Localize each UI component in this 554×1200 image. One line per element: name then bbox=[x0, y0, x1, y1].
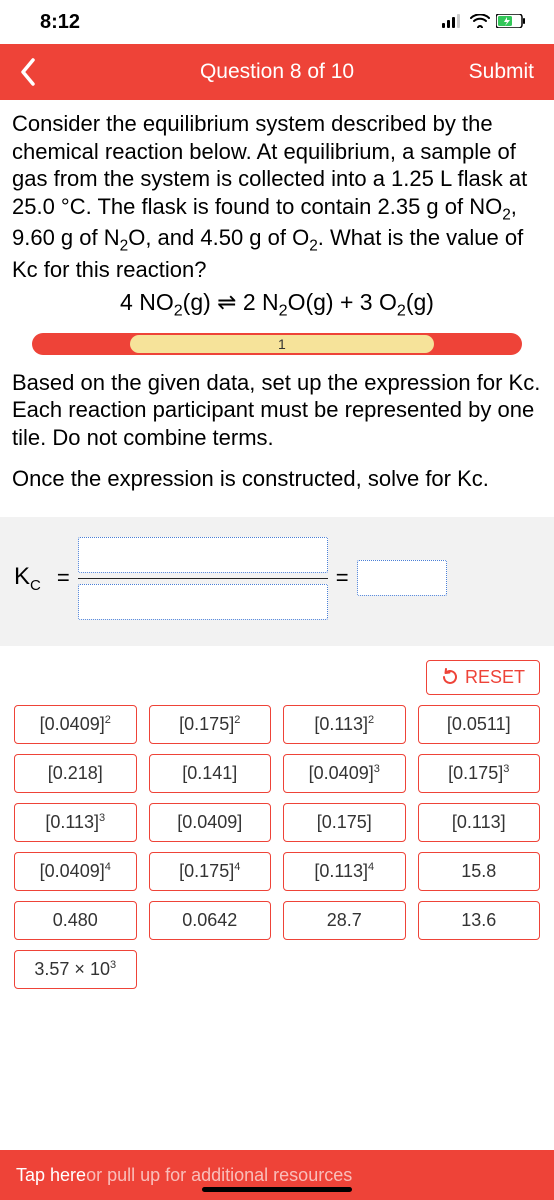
wifi-icon bbox=[470, 11, 490, 34]
answer-tile[interactable]: 0.0642 bbox=[149, 901, 272, 940]
numerator-slot[interactable] bbox=[78, 537, 328, 573]
equals-sign-2: = bbox=[336, 565, 349, 591]
answer-tile[interactable]: [0.0409]4 bbox=[14, 852, 137, 891]
status-bar: 8:12 bbox=[0, 0, 554, 44]
status-time: 8:12 bbox=[40, 11, 80, 34]
answer-tile[interactable]: [0.113]3 bbox=[14, 803, 137, 842]
progress-bar: 1 bbox=[32, 333, 522, 355]
expression-area: KC = = bbox=[0, 517, 554, 646]
reset-label: RESET bbox=[465, 667, 525, 688]
answer-tile[interactable]: [0.0511] bbox=[418, 705, 541, 744]
answer-tile[interactable]: [0.141] bbox=[149, 754, 272, 793]
sub-prompt-1: Based on the given data, set up the expr… bbox=[12, 369, 542, 452]
tile-grid: [0.0409]2 [0.175]2 [0.113]2 [0.0511] [0.218]… bbox=[14, 705, 540, 989]
reset-icon bbox=[441, 668, 459, 686]
answer-tile[interactable]: [0.113] bbox=[418, 803, 541, 842]
reset-button[interactable]: RESET bbox=[426, 660, 540, 695]
equation: 4 NO2(g) ⇌ 2 N2O(g) + 3 O2(g) bbox=[12, 289, 542, 321]
battery-icon bbox=[496, 11, 526, 34]
footer-tap: Tap here bbox=[16, 1165, 86, 1186]
answer-tile[interactable]: [0.175]3 bbox=[418, 754, 541, 793]
tiles-section: RESET [0.0409]2[0.175]2[0.113]2[0.0511][… bbox=[0, 646, 554, 989]
answer-tile[interactable]: [0.0409]2 bbox=[14, 705, 137, 744]
equals-sign: = bbox=[57, 565, 70, 591]
answer-tile[interactable]: [0.218] bbox=[14, 754, 137, 793]
answer-tile[interactable]: 28.7 bbox=[283, 901, 406, 940]
result-slot[interactable] bbox=[357, 560, 447, 596]
answer-tile[interactable]: [0.175]4 bbox=[149, 852, 272, 891]
nav-bar: Question 8 of 10 Submit bbox=[0, 44, 554, 100]
answer-tile[interactable]: [0.175] bbox=[283, 803, 406, 842]
answer-tile[interactable]: 15.8 bbox=[418, 852, 541, 891]
answer-tile[interactable]: [0.113]4 bbox=[283, 852, 406, 891]
answer-tile[interactable]: [0.0409]3 bbox=[283, 754, 406, 793]
fraction bbox=[78, 537, 328, 620]
answer-tile[interactable]: 3.57 × 103 bbox=[14, 950, 137, 989]
footer-bar[interactable]: Tap here or pull up for additional resou… bbox=[0, 1150, 554, 1200]
signal-icon bbox=[442, 11, 464, 34]
denominator-slot[interactable] bbox=[78, 584, 328, 620]
answer-tile[interactable]: [0.113]2 bbox=[283, 705, 406, 744]
answer-tile[interactable]: [0.0409] bbox=[149, 803, 272, 842]
chevron-left-icon bbox=[19, 58, 37, 86]
back-button[interactable] bbox=[0, 44, 56, 100]
answer-tile[interactable]: 13.6 bbox=[418, 901, 541, 940]
progress-step: 1 bbox=[130, 335, 434, 353]
footer-rest: or pull up for additional resources bbox=[86, 1165, 352, 1186]
fraction-bar bbox=[78, 578, 328, 579]
submit-button[interactable]: Submit bbox=[469, 60, 554, 84]
sub-prompt-2: Once the expression is constructed, solv… bbox=[12, 465, 542, 493]
answer-tile[interactable]: [0.175]2 bbox=[149, 705, 272, 744]
home-indicator[interactable] bbox=[202, 1187, 352, 1192]
status-right bbox=[442, 11, 526, 34]
kc-label: KC bbox=[14, 563, 41, 594]
nav-title: Question 8 of 10 bbox=[200, 60, 354, 84]
answer-tile[interactable]: 0.480 bbox=[14, 901, 137, 940]
question-content: Consider the equilibrium system describe… bbox=[0, 100, 554, 517]
question-prompt: Consider the equilibrium system describe… bbox=[12, 110, 542, 283]
